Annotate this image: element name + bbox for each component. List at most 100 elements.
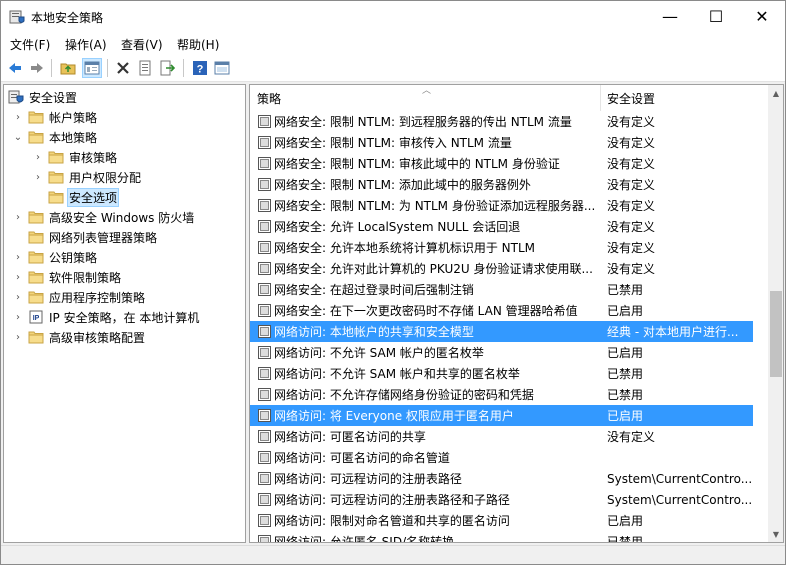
policy-name-cell: 网络访问: 可匿名访问的命名管道 <box>274 451 450 465</box>
tree-item[interactable]: › 高级安全 Windows 防火墙 <box>12 207 196 227</box>
tree-item[interactable]: › 公钥策略 <box>12 247 99 267</box>
menu-action[interactable]: 操作(A) <box>65 36 107 53</box>
folder-icon <box>28 269 44 285</box>
help-icon[interactable]: ? <box>190 58 210 78</box>
expand-icon[interactable]: › <box>12 111 24 123</box>
expand-icon[interactable]: › <box>12 271 24 283</box>
toolbar-separator <box>51 59 52 77</box>
table-row[interactable]: 网络安全: 限制 NTLM: 到远程服务器的传出 NTLM 流量 没有定义 <box>250 111 769 132</box>
table-row[interactable]: 网络访问: 可匿名访问的命名管道 <box>250 447 769 468</box>
table-row[interactable]: 网络安全: 限制 NTLM: 添加此域中的服务器例外 没有定义 <box>250 174 769 195</box>
policy-icon <box>257 177 272 192</box>
expand-icon[interactable]: › <box>12 251 24 263</box>
properties-icon[interactable] <box>135 58 155 78</box>
expand-icon[interactable]: › <box>32 151 44 163</box>
export-icon[interactable] <box>157 58 177 78</box>
table-row[interactable]: 网络安全: 限制 NTLM: 审核传入 NTLM 流量 没有定义 <box>250 132 769 153</box>
table-row[interactable]: 网络访问: 可远程访问的注册表路径 System\CurrentContro... <box>250 468 769 489</box>
console-icon[interactable] <box>212 58 232 78</box>
minimize-button[interactable]: — <box>647 1 693 32</box>
table-row[interactable]: 网络访问: 不允许存储网络身份验证的密码和凭据 已禁用 <box>250 384 769 405</box>
table-row[interactable]: 网络安全: 允许本地系统将计算机标识用于 NTLM 没有定义 <box>250 237 769 258</box>
no-expander <box>12 231 24 243</box>
maximize-button[interactable]: ☐ <box>693 1 739 32</box>
delete-icon[interactable] <box>113 58 133 78</box>
policy-icon <box>257 303 272 318</box>
security-setting-cell: 已启用 <box>607 346 644 360</box>
policy-icon <box>257 450 272 465</box>
table-row[interactable]: 网络访问: 不允许 SAM 帐户的匿名枚举 已启用 <box>250 342 769 363</box>
scroll-down-icon[interactable]: ▼ <box>768 526 783 542</box>
expand-icon[interactable]: › <box>12 331 24 343</box>
expand-icon[interactable]: › <box>12 291 24 303</box>
svg-text:?: ? <box>197 64 204 76</box>
table-row[interactable]: 网络安全: 限制 NTLM: 为 NTLM 身份验证添加远程服务器... 没有定义 <box>250 195 769 216</box>
show-tree-icon[interactable] <box>82 58 102 78</box>
table-row[interactable]: 网络访问: 可远程访问的注册表路径和子路径 System\CurrentContr… <box>250 489 769 510</box>
tree-item[interactable]: › 软件限制策略 <box>12 267 123 287</box>
table-row[interactable]: 网络访问: 不允许 SAM 帐户和共享的匿名枚举 已禁用 <box>250 363 769 384</box>
table-row[interactable]: 网络访问: 允许匿名 SID/名称转换 已禁用 <box>250 531 769 542</box>
security-setting-cell: 没有定义 <box>607 136 656 150</box>
tree-item[interactable]: › 审核策略 <box>32 147 119 167</box>
table-row[interactable]: 网络访问: 限制对命名管道和共享的匿名访问 已启用 <box>250 510 769 531</box>
expand-icon[interactable]: › <box>32 171 44 183</box>
policy-icon <box>257 219 272 234</box>
table-row[interactable]: 网络安全: 在超过登录时间后强制注销 已禁用 <box>250 279 769 300</box>
no-expander <box>32 191 44 203</box>
back-icon[interactable] <box>5 58 25 78</box>
close-button[interactable]: ✕ <box>739 1 785 32</box>
policy-icon <box>257 114 272 129</box>
expand-icon[interactable]: › <box>12 311 24 323</box>
table-row[interactable]: 网络安全: 允许 LocalSystem NULL 会话回退 没有定义 <box>250 216 769 237</box>
table-row[interactable]: 网络访问: 将 Everyone 权限应用于匿名用户 已启用 <box>250 405 753 426</box>
toolbar: ? <box>1 54 785 82</box>
up-folder-icon[interactable] <box>58 58 78 78</box>
tree-item[interactable]: › 帐户策略 <box>12 107 99 127</box>
folder-icon <box>48 149 64 165</box>
tree-item[interactable]: 安全选项 <box>32 187 120 207</box>
table-row[interactable]: 网络安全: 在下一次更改密码时不存储 LAN 管理器哈希值 已启用 <box>250 300 769 321</box>
tree-item-label: 高级安全 Windows 防火墙 <box>49 210 195 225</box>
policy-icon <box>257 345 272 360</box>
column-header-setting[interactable]: 安全设置 <box>601 85 769 111</box>
tree-item-label: 用户权限分配 <box>69 170 142 185</box>
column-header-policy[interactable]: 策略 ︿ <box>250 85 601 111</box>
table-row[interactable]: 网络安全: 允许对此计算机的 PKU2U 身份验证请求使用联... 没有定义 <box>250 258 769 279</box>
tree-item[interactable]: 安全设置 <box>8 87 79 107</box>
security-setting-cell: 没有定义 <box>607 157 656 171</box>
policy-icon <box>257 492 272 507</box>
tree-item[interactable]: 网络列表管理器策略 <box>12 227 159 247</box>
security-policy-app-icon <box>9 10 25 24</box>
vertical-scrollbar[interactable]: ▲ ▼ <box>768 85 783 542</box>
policy-icon <box>257 534 272 542</box>
menu-file[interactable]: 文件(F) <box>10 36 50 53</box>
status-bar <box>1 545 785 564</box>
table-row[interactable]: 网络安全: 限制 NTLM: 审核此域中的 NTLM 身份验证 没有定义 <box>250 153 769 174</box>
tree-item-label: 安全设置 <box>29 90 78 105</box>
policy-name-cell: 网络访问: 不允许 SAM 帐户的匿名枚举 <box>274 346 484 360</box>
table-row[interactable]: 网络访问: 可匿名访问的共享 没有定义 <box>250 426 769 447</box>
expand-icon[interactable]: › <box>12 211 24 223</box>
scroll-up-icon[interactable]: ▲ <box>768 85 783 101</box>
window-title: 本地安全策略 <box>31 11 104 25</box>
scrollbar-thumb[interactable] <box>770 291 782 377</box>
policy-name-cell: 网络安全: 限制 NTLM: 添加此域中的服务器例外 <box>274 178 531 192</box>
security-setting-cell: 已禁用 <box>607 367 644 381</box>
policy-icon <box>257 198 272 213</box>
tree-item[interactable]: ⌄ 本地策略 <box>12 127 99 147</box>
menu-view[interactable]: 查看(V) <box>121 36 163 53</box>
main-window: 本地安全策略 — ☐ ✕ 文件(F) 操作(A) 查看(V) 帮助(H) ? 安… <box>0 0 786 565</box>
menu-help[interactable]: 帮助(H) <box>177 36 219 53</box>
menu-bar: 文件(F) 操作(A) 查看(V) 帮助(H) <box>1 32 785 54</box>
tree-item[interactable]: › 高级审核策略配置 <box>12 327 147 347</box>
tree-item[interactable]: › IP IP 安全策略，在 本地计算机 <box>12 307 201 327</box>
tree-item[interactable]: › 用户权限分配 <box>32 167 143 187</box>
policy-icon <box>257 324 272 339</box>
security-setting-cell: 已启用 <box>607 409 644 423</box>
table-row[interactable]: 网络访问: 本地帐户的共享和安全模型 经典 - 对本地用户进行... <box>250 321 753 342</box>
tree-item-label: 高级审核策略配置 <box>49 330 146 345</box>
collapse-icon[interactable]: ⌄ <box>12 131 24 143</box>
forward-icon[interactable] <box>27 58 47 78</box>
tree-item[interactable]: › 应用程序控制策略 <box>12 287 147 307</box>
